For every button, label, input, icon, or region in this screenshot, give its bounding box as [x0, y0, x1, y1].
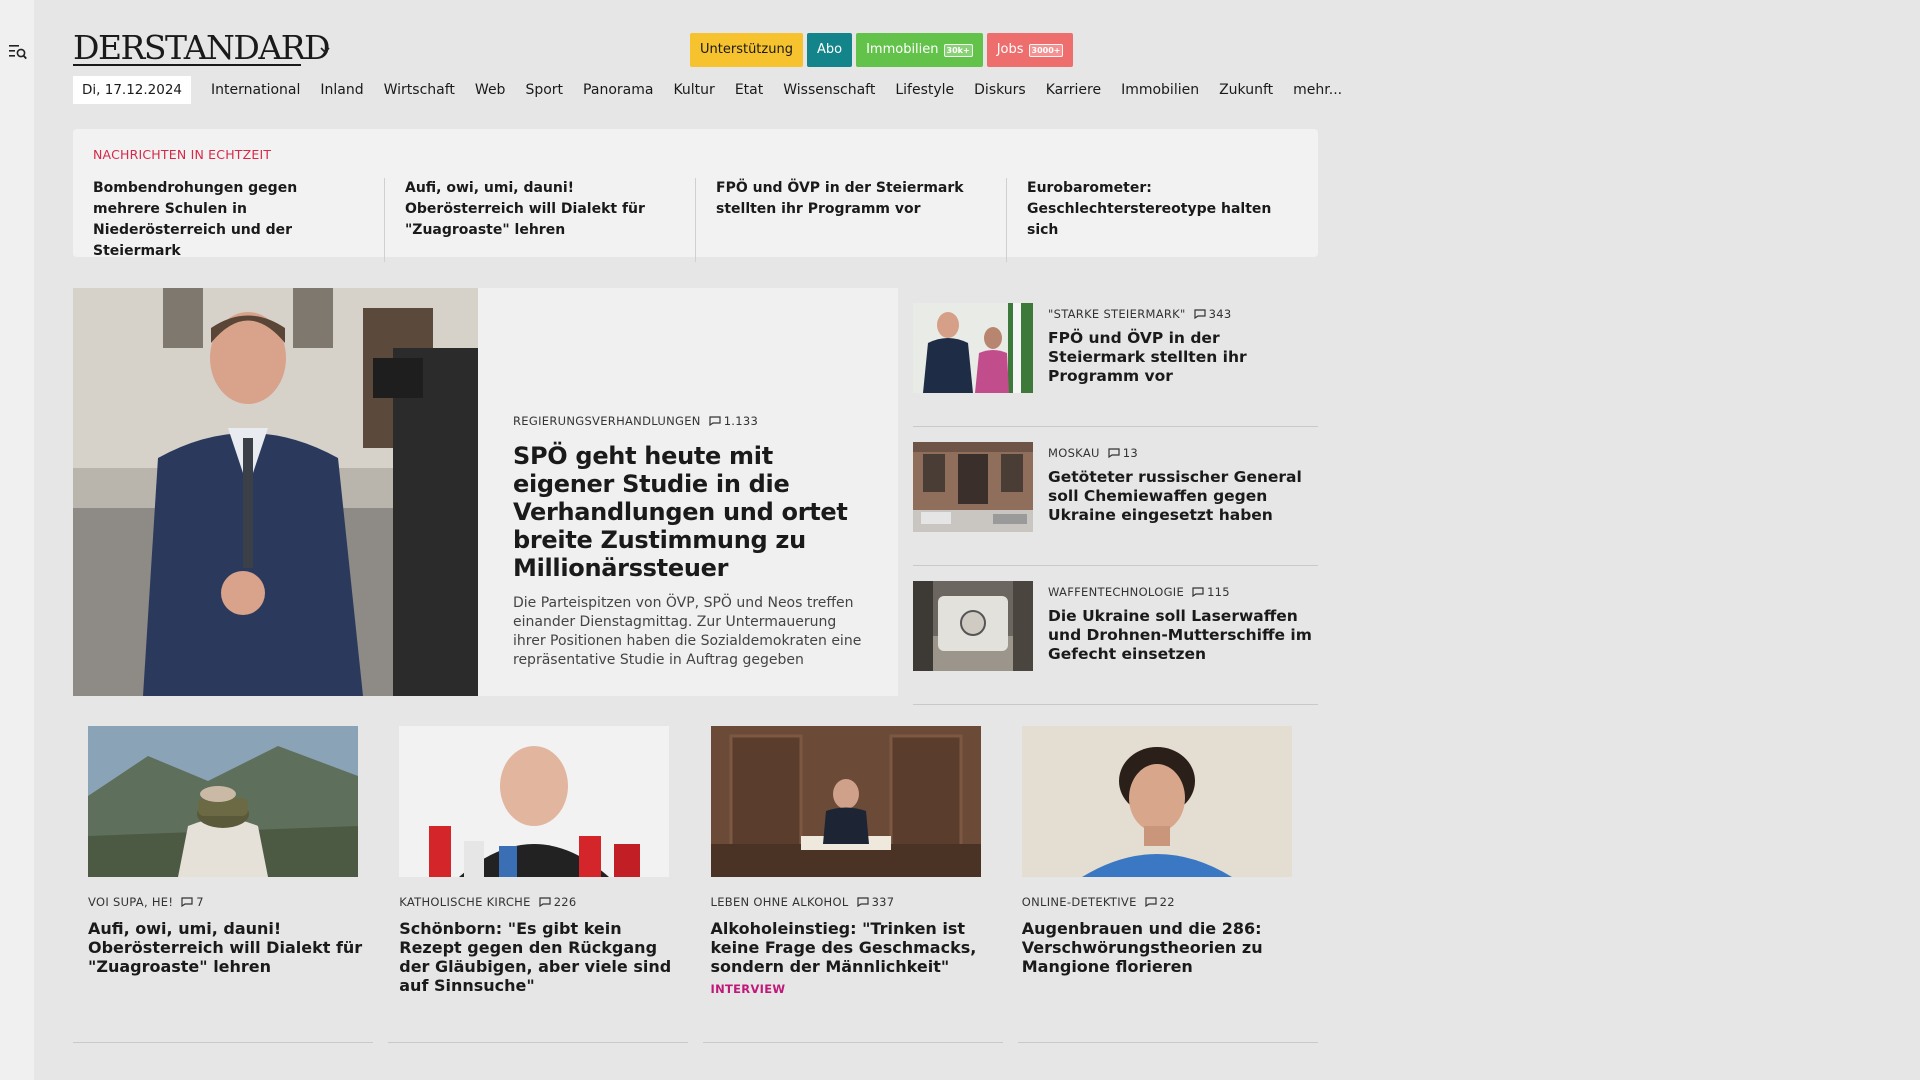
comment-count[interactable]: 343 — [1193, 307, 1232, 321]
story-kicker: LEBEN OHNE ALKOHOL 337 — [710, 895, 895, 909]
nav-item-international[interactable]: International — [201, 82, 310, 98]
left-sidebar — [0, 0, 34, 1080]
nav-item-kultur[interactable]: Kultur — [663, 82, 724, 98]
story-kicker: MOSKAU 13 — [1048, 446, 1138, 460]
comment-count[interactable]: 7 — [181, 895, 204, 909]
ticker-item[interactable]: FPÖ und ÖVP in der Steiermark stell­ten … — [695, 178, 1006, 262]
story-image — [1021, 726, 1292, 877]
story-cards: VOI SUPA, HE! 7 Aufi, owi, umi, dauni! O… — [73, 726, 1318, 996]
section-dividers — [73, 1042, 1318, 1043]
interview-tag: INTERVIEW — [710, 982, 786, 996]
nav-item-sport[interactable]: Sport — [515, 82, 573, 98]
comment-count[interactable]: 337 — [856, 895, 895, 909]
menu-search-icon[interactable] — [9, 44, 27, 60]
comment-count[interactable]: 13 — [1108, 446, 1138, 460]
side-stories: "STARKE STEIERMARK" 343 FPÖ und ÖVP in d… — [913, 288, 1318, 705]
story-image — [399, 726, 670, 877]
story-title[interactable]: Die Ukraine soll Laserwaffen und Drohnen… — [1048, 607, 1318, 664]
real-estate-button[interactable]: Immobilien 30k+ — [856, 33, 983, 67]
ticker-item[interactable]: Bombendrohungen gegen mehrere Schulen in… — [93, 178, 384, 262]
divider — [388, 1042, 688, 1043]
divider — [1018, 1042, 1318, 1043]
hero-title[interactable]: SPÖ geht heute mit eigener Studie in die… — [513, 442, 873, 582]
story-card[interactable]: ONLINE-DETEKTIVE 22 Augenbrauen und die … — [1007, 726, 1318, 996]
nav-item-more[interactable]: mehr... — [1283, 82, 1352, 98]
comment-icon — [539, 897, 551, 907]
live-news-ticker: NACHRICHTEN IN ECHTZEIT Bombendrohungen … — [73, 129, 1318, 262]
ticker-item[interactable]: Aufi, owi, umi, dauni! Oberösterreich wi… — [384, 178, 695, 262]
hero-story[interactable]: REGIERUNGSVERHANDLUNGEN 1.133 SPÖ geht h… — [73, 288, 898, 696]
story-thumbnail — [913, 581, 1033, 671]
story-kicker: KATHOLISCHE KIRCHE 226 — [399, 895, 577, 909]
nav-item-inland[interactable]: Inland — [310, 82, 373, 98]
ticker-item[interactable]: Eurobarometer: Geschlechterstereo­type h… — [1006, 178, 1317, 262]
story-title[interactable]: Aufi, owi, umi, dauni! Oberösterreich wi… — [88, 919, 369, 976]
nav-item-immobilien[interactable]: Immobilien — [1111, 82, 1209, 98]
story-thumbnail — [913, 442, 1033, 532]
comment-count[interactable]: 22 — [1145, 895, 1175, 909]
chevron-down-icon[interactable] — [318, 43, 332, 57]
comment-icon — [1193, 309, 1206, 319]
comment-icon — [181, 897, 193, 907]
story-kicker: WAFFENTECHNOLOGIE 115 — [1048, 585, 1230, 599]
comment-count[interactable]: 115 — [1192, 585, 1230, 599]
ticker-label: NACHRICHTEN IN ECHTZEIT — [93, 147, 272, 162]
comment-count[interactable]: 226 — [539, 895, 577, 909]
comment-icon — [856, 897, 869, 907]
nav-item-web[interactable]: Web — [465, 82, 516, 98]
side-story[interactable]: MOSKAU 13 Getöteter russischer General s… — [913, 427, 1318, 566]
story-kicker: VOI SUPA, HE! 7 — [88, 895, 204, 909]
story-title[interactable]: Getöteter russischer General soll Chemie… — [1048, 468, 1318, 525]
support-button[interactable]: Unterstützung — [690, 33, 803, 67]
current-date: Di, 17.12.2024 — [73, 76, 192, 104]
nav-item-diskurs[interactable]: Diskurs — [964, 82, 1036, 98]
story-title[interactable]: Alkoholeinstieg: "Trinken ist keine Frag… — [711, 919, 992, 976]
jobs-button[interactable]: Jobs 3000+ — [986, 33, 1074, 67]
comment-icon — [1108, 448, 1120, 458]
site-logo[interactable]: DERSTANDARD — [73, 30, 331, 66]
count-badge: 30k+ — [943, 43, 973, 57]
hero-lead: Die Parteispitzen von ÖVP, SPÖ und Neos … — [513, 595, 862, 668]
nav-item-karriere[interactable]: Karriere — [1036, 82, 1111, 98]
nav-item-panorama[interactable]: Panorama — [573, 82, 663, 98]
story-card[interactable]: LEBEN OHNE ALKOHOL 337 Alkoholeinstieg: … — [696, 726, 1007, 996]
divider — [73, 1042, 373, 1043]
main-nav: Di, 17.12.2024 International Inland Wirt… — [73, 76, 1352, 104]
story-image — [88, 726, 358, 877]
hero-image — [73, 288, 478, 696]
story-thumbnail — [913, 303, 1033, 393]
count-badge: 3000+ — [1028, 43, 1064, 57]
comment-icon — [1192, 587, 1204, 597]
story-title[interactable]: FPÖ und ÖVP in der Steiermark stellten i… — [1048, 329, 1318, 386]
story-title[interactable]: Schönborn: "Es gibt kein Rezept gegen de… — [399, 919, 680, 995]
nav-item-lifestyle[interactable]: Lifestyle — [885, 82, 964, 98]
subscription-button[interactable]: Abo — [806, 33, 853, 67]
comment-icon — [1145, 897, 1157, 907]
nav-item-zukunft[interactable]: Zukunft — [1209, 82, 1283, 98]
story-card[interactable]: KATHOLISCHE KIRCHE 226 Schönborn: "Es gi… — [384, 726, 695, 996]
divider — [703, 1042, 1003, 1043]
nav-item-wissenschaft[interactable]: Wissenschaft — [773, 82, 885, 98]
side-story[interactable]: WAFFENTECHNOLOGIE 115 Die Ukraine soll L… — [913, 566, 1318, 705]
hero-kicker: REGIERUNGSVERHANDLUNGEN 1.133 — [513, 414, 759, 428]
nav-item-wirtschaft[interactable]: Wirtschaft — [374, 82, 465, 98]
story-kicker: "STARKE STEIERMARK" 343 — [1048, 307, 1232, 321]
top-buttons: Unterstützung Abo Immobilien 30k+ Jobs 300… — [690, 33, 1074, 67]
story-kicker: ONLINE-DETEKTIVE 22 — [1021, 895, 1175, 909]
nav-item-etat[interactable]: Etat — [725, 82, 773, 98]
comment-icon — [709, 416, 721, 426]
story-title[interactable]: Augenbrauen und die 286: Ver­schwörungst… — [1022, 919, 1303, 976]
logo-underline — [73, 64, 301, 66]
side-story[interactable]: "STARKE STEIERMARK" 343 FPÖ und ÖVP in d… — [913, 288, 1318, 427]
story-image — [710, 726, 981, 877]
comment-count[interactable]: 1.133 — [709, 414, 758, 428]
story-card[interactable]: VOI SUPA, HE! 7 Aufi, owi, umi, dauni! O… — [73, 726, 384, 996]
